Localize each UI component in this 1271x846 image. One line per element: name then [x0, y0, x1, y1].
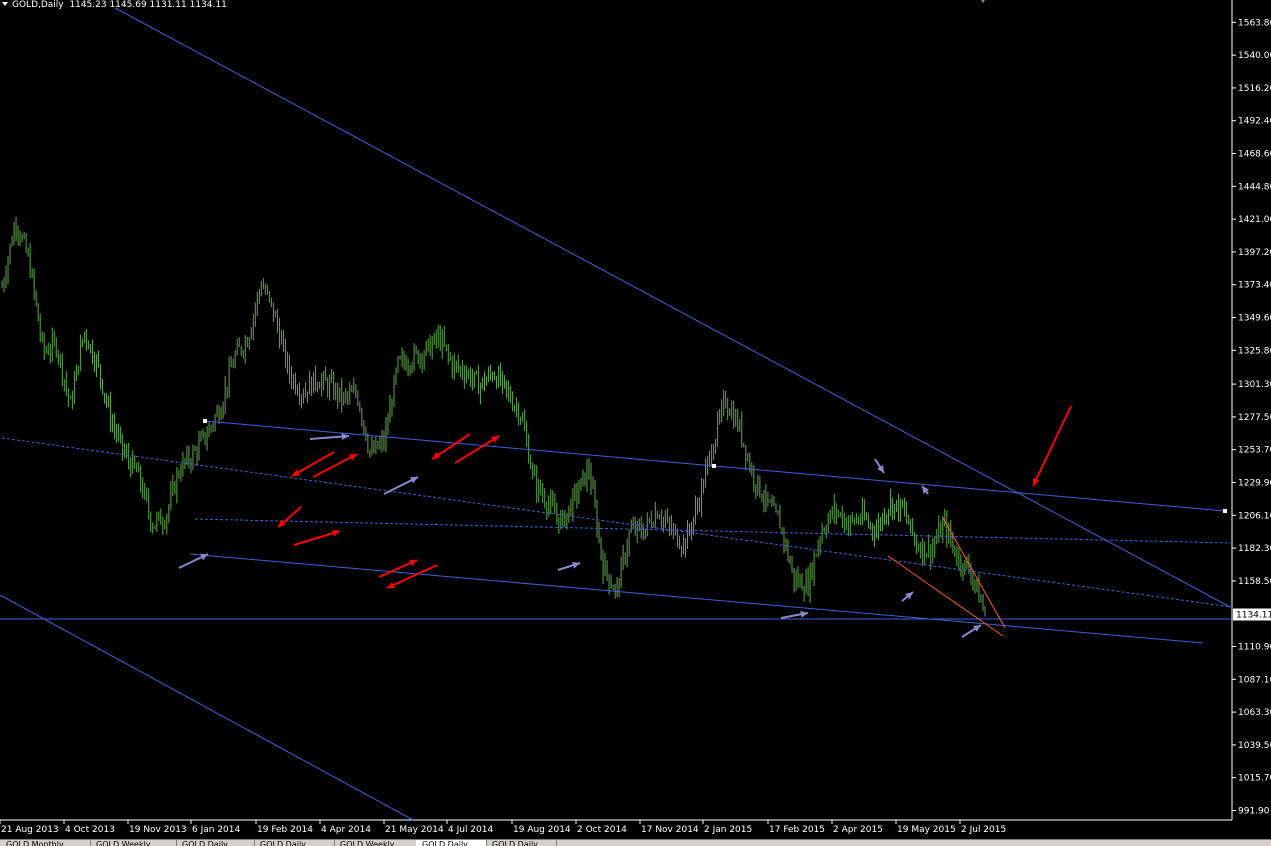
time-tick-label: 19 May 2015 — [897, 825, 956, 835]
time-tick-label: 4 Jul 2014 — [448, 825, 493, 835]
price-tick-label: 1277.50 — [1238, 413, 1271, 423]
price-tick-label: 1134.11 — [1236, 611, 1271, 621]
price-tick-label: 1540.00 — [1238, 51, 1271, 61]
price-tick-label: 1110.90 — [1238, 642, 1271, 652]
price-tick-label: 1301.30 — [1238, 380, 1271, 390]
time-tick-label: 21 Aug 2013 — [1, 825, 59, 835]
chart-tab[interactable]: GOLD,Weekly — [334, 840, 417, 846]
price-tick-label: 1063.30 — [1238, 708, 1271, 718]
annotation-arrow[interactable] — [1032, 405, 1072, 487]
price-tick-label: 1444.80 — [1238, 182, 1271, 192]
price-bars — [1, 216, 986, 617]
price-tick-label: 1253.70 — [1238, 446, 1271, 456]
time-tick-label: 2 Oct 2014 — [577, 825, 627, 835]
time-tick-label: 19 Feb 2014 — [257, 825, 313, 835]
price-axis: 1563.80 1540.00 1516.20 1492.40 1468.60 1444.… — [1232, 18, 1271, 816]
annotation-arrow[interactable] — [780, 610, 809, 619]
price-tick-label: 1397.20 — [1238, 248, 1271, 258]
price-tick-label: 1325.80 — [1238, 346, 1271, 356]
price-tick-label: 1229.90 — [1238, 478, 1271, 488]
price-chart[interactable]: 1563.80 1540.00 1516.20 1492.40 1468.60 1444.… — [0, 0, 1271, 839]
channel-dashed-line[interactable] — [194, 518, 1233, 544]
price-tick-label: 1015.70 — [1238, 774, 1271, 784]
chart-tab[interactable]: GOLD,Monthly — [0, 840, 91, 846]
price-tick-label: 1206.10 — [1238, 511, 1271, 521]
annotation-arrow[interactable] — [874, 458, 885, 474]
lower-trendline[interactable] — [0, 594, 414, 821]
annotation-arrow[interactable] — [557, 561, 581, 571]
annotation-arrow[interactable] — [901, 591, 914, 602]
time-tick-label: 21 May 2014 — [385, 825, 444, 835]
trendline-anchor-handle[interactable] — [712, 464, 716, 468]
scroll-marker-icon — [981, 0, 985, 3]
annotation-arrow[interactable] — [309, 433, 350, 441]
chart-tab[interactable]: GOLD,Daily — [254, 840, 335, 846]
annotation-arrow[interactable] — [386, 564, 438, 589]
trendline-anchor-handle[interactable] — [203, 419, 207, 423]
annotation-arrow[interactable] — [178, 553, 209, 569]
upper-trendline[interactable] — [114, 7, 1233, 609]
time-tick-label: 19 Nov 2013 — [129, 825, 187, 835]
orange-wedge-line[interactable] — [942, 517, 1006, 629]
annotation-arrow[interactable] — [921, 485, 930, 495]
price-tick-label: 1373.40 — [1238, 281, 1271, 291]
time-tick-label: 17 Nov 2014 — [641, 825, 699, 835]
time-tick-label: 19 Aug 2014 — [513, 825, 571, 835]
time-axis: 21 Aug 2013 4 Oct 2013 19 Nov 2013 6 Jan 20… — [0, 820, 1006, 835]
price-tick-label: 1492.40 — [1238, 117, 1271, 127]
trendlines[interactable] — [0, 7, 1233, 821]
annotation-arrow[interactable] — [277, 506, 302, 528]
chart-tab[interactable]: GOLD,Daily — [416, 840, 487, 846]
channel-bottom-line[interactable] — [189, 553, 1204, 644]
price-tick-label: 1468.60 — [1238, 150, 1271, 160]
time-tick-label: 4 Apr 2014 — [321, 825, 371, 835]
annotation-arrow[interactable] — [383, 476, 419, 495]
price-tick-label: 1563.80 — [1238, 18, 1271, 28]
price-tick-label: 1158.50 — [1238, 577, 1271, 587]
trendline-anchor-handle[interactable] — [1223, 509, 1227, 513]
annotation-arrow[interactable] — [312, 453, 358, 478]
price-tick-label: 1516.20 — [1238, 84, 1271, 94]
chart-tab[interactable]: GOLD,Daily — [486, 840, 557, 846]
chart-tab[interactable]: GOLD,Weekly — [90, 840, 177, 846]
price-tick-label: 1087.10 — [1238, 675, 1271, 685]
price-tick-label: 1421.00 — [1238, 215, 1271, 225]
annotation-arrow[interactable] — [961, 624, 982, 638]
time-tick-label: 4 Oct 2013 — [65, 825, 115, 835]
annotation-arrow[interactable] — [293, 529, 341, 546]
price-tick-label: 991.90 — [1238, 806, 1270, 816]
annotation-arrow[interactable] — [378, 559, 418, 578]
annotation-arrow[interactable] — [431, 433, 471, 460]
price-tick-label: 1182.30 — [1238, 544, 1271, 554]
price-tick-label: 1039.50 — [1238, 741, 1271, 751]
time-tick-label: 6 Jan 2014 — [192, 825, 240, 835]
time-tick-label: 17 Feb 2015 — [769, 825, 825, 835]
annotation-arrow[interactable] — [291, 451, 335, 477]
time-tick-label: 2 Jan 2015 — [704, 825, 752, 835]
time-tick-label: 2 Apr 2015 — [833, 825, 883, 835]
time-tick-label: 2 Jul 2015 — [961, 825, 1006, 835]
chart-tab[interactable]: GOLD,Daily — [176, 840, 255, 846]
price-tick-label: 1349.60 — [1238, 314, 1271, 324]
